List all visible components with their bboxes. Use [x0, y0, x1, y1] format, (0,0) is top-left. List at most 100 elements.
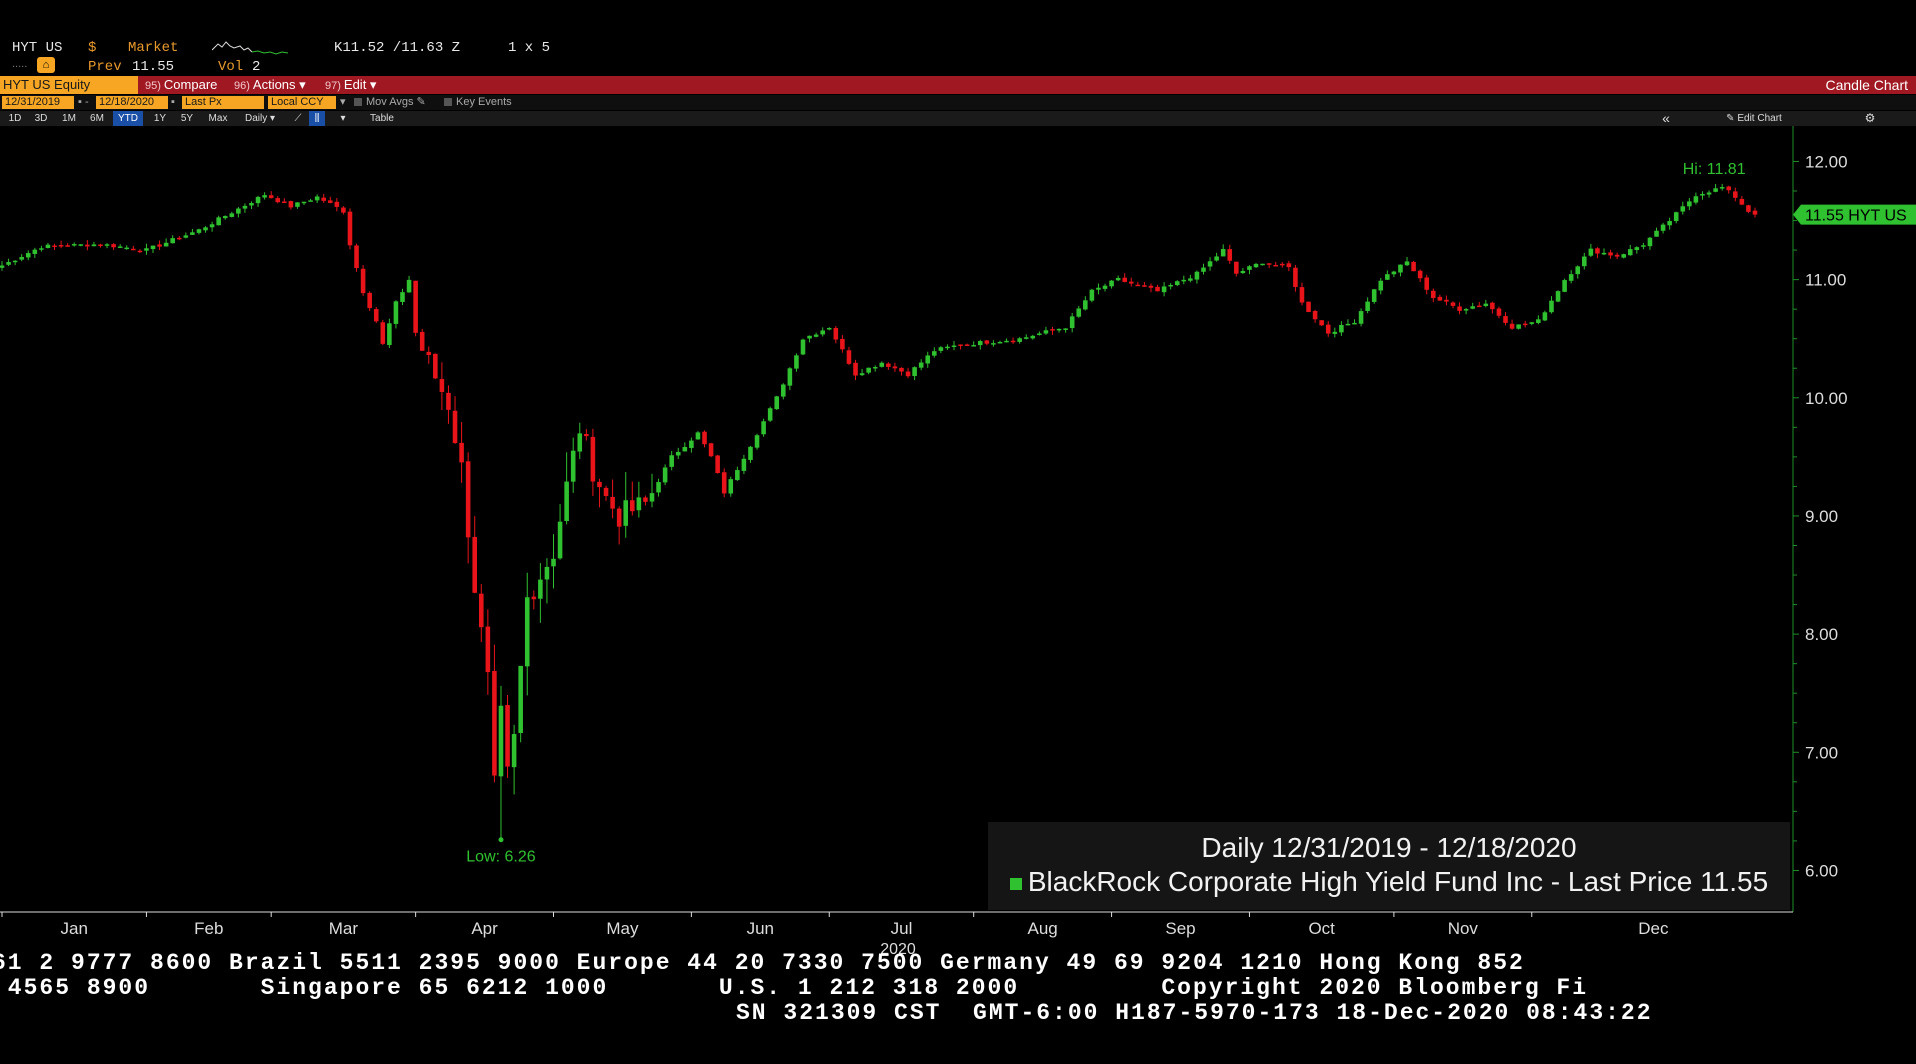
periodicity-select[interactable]: Daily ▾	[238, 111, 282, 126]
candle-body	[341, 207, 346, 213]
dots-icon: .....	[12, 58, 28, 70]
candle-body	[951, 345, 957, 348]
gear-icon[interactable]: ⚙	[1860, 111, 1880, 126]
end-date-field[interactable]: 12/18/2020	[96, 96, 168, 109]
candle-body	[419, 331, 425, 351]
candle-body	[1621, 254, 1626, 258]
line-chart-icon[interactable]: ⟋	[290, 111, 306, 126]
candle-body	[163, 242, 169, 247]
security-field[interactable]: HYT US Equity	[0, 76, 138, 94]
candle-body	[295, 202, 300, 207]
candle-body	[577, 433, 583, 452]
candle-body	[669, 455, 674, 467]
candle-body	[446, 392, 451, 410]
calendar-icon[interactable]: ▪	[171, 95, 175, 110]
x-tick-label: Jun	[747, 919, 774, 938]
candle-body	[1463, 309, 1469, 311]
candle-body	[1647, 237, 1653, 247]
field-select[interactable]: Last Px	[182, 96, 264, 109]
collapse-button[interactable]: «	[1656, 111, 1676, 126]
range-ytd[interactable]: YTD	[113, 111, 143, 126]
candle-body	[387, 323, 392, 346]
candle-body	[794, 355, 799, 369]
key-events-toggle[interactable]: Key Events	[444, 95, 512, 110]
candle-body	[268, 195, 274, 199]
sparkline-icon	[212, 41, 288, 55]
range-1d[interactable]: 1D	[4, 111, 26, 126]
y-tick-label: 7.00	[1805, 743, 1838, 762]
candle-body	[216, 217, 221, 226]
start-date-field[interactable]: 12/31/2019	[2, 96, 74, 109]
candle-body	[1148, 285, 1154, 288]
compare-button[interactable]: 95) Compare	[145, 76, 217, 94]
candle-body	[373, 309, 379, 322]
candle-chart-icon[interactable]: ⫼	[309, 111, 325, 126]
candle-body	[242, 205, 248, 209]
candle-body	[1542, 312, 1548, 321]
candle-body	[833, 327, 839, 340]
candle-body	[1155, 286, 1160, 292]
range-max[interactable]: Max	[204, 111, 232, 126]
table-button[interactable]: Table	[362, 111, 402, 126]
candle-body	[518, 665, 523, 733]
low-marker	[498, 837, 504, 843]
dropdown-icon[interactable]: ▾	[340, 95, 346, 110]
candle-body	[1417, 270, 1423, 279]
currency-select[interactable]: Local CCY	[268, 96, 336, 109]
candle-body	[1352, 322, 1357, 325]
candle-body	[1293, 267, 1298, 287]
range-1y[interactable]: 1Y	[150, 111, 170, 126]
candle-body	[879, 362, 885, 367]
candle-body	[426, 351, 432, 356]
alert-bell-icon[interactable]: ⌂	[37, 57, 55, 73]
candle-body	[52, 245, 57, 248]
candle-body	[144, 248, 149, 251]
candle-body	[1575, 266, 1581, 275]
edit-button[interactable]: 97) Edit ▾	[325, 76, 376, 94]
footer-contacts-line1: 61 2 9777 8600 Brazil 5511 2395 9000 Eur…	[0, 950, 1525, 976]
candle-body	[1312, 310, 1318, 320]
range-5y[interactable]: 5Y	[176, 111, 198, 126]
vol-label: Vol	[218, 59, 244, 75]
quote-size: 1 x 5	[508, 40, 551, 56]
candle-body	[1582, 256, 1587, 267]
edit-chart-button[interactable]: ✎ Edit Chart	[1714, 111, 1794, 126]
candle-body	[1641, 245, 1646, 247]
candle-body	[958, 344, 963, 346]
candle-body	[150, 245, 156, 250]
candle-body	[807, 335, 812, 339]
candle-body	[347, 211, 353, 246]
candle-body	[820, 330, 825, 335]
mov-avgs-toggle[interactable]: Mov Avgs ✎	[354, 95, 426, 110]
actions-button[interactable]: 96) Actions ▾	[234, 76, 306, 94]
candle-body	[452, 410, 458, 444]
candle-body	[708, 443, 714, 457]
candle-body	[308, 200, 313, 202]
candle-body	[899, 367, 904, 372]
candle-body	[1733, 191, 1738, 198]
legend-title: Daily 12/31/2019 - 12/18/2020	[1201, 832, 1577, 863]
candle-body	[925, 355, 931, 364]
x-tick-label: May	[606, 919, 639, 938]
candle-body	[735, 470, 740, 481]
checkbox-icon	[354, 98, 362, 107]
candle-body	[1549, 300, 1554, 313]
ticker-label[interactable]: HYT US	[12, 40, 62, 56]
range-6m[interactable]: 6M	[86, 111, 108, 126]
candle-body	[1398, 264, 1403, 273]
calendar-icon[interactable]: ▪ -	[78, 95, 89, 110]
chart-legend: Daily 12/31/2019 - 12/18/2020 BlackRock …	[988, 822, 1790, 910]
range-1m[interactable]: 1M	[58, 111, 80, 126]
prev-value: 11.55	[132, 59, 175, 75]
candle-body	[1102, 285, 1108, 289]
candle-body	[1555, 291, 1561, 302]
candle-body	[360, 268, 366, 294]
candle-body	[1687, 201, 1692, 207]
range-3d[interactable]: 3D	[30, 111, 52, 126]
candle-body	[190, 232, 195, 235]
more-icon[interactable]: ▾	[336, 111, 350, 126]
pencil-icon: ✎	[1726, 113, 1738, 124]
candle-body	[977, 341, 983, 346]
footer-contacts-line2: 4565 8900 Singapore 65 6212 1000 U.S. 1 …	[0, 975, 1589, 1001]
candle-body	[65, 245, 70, 247]
